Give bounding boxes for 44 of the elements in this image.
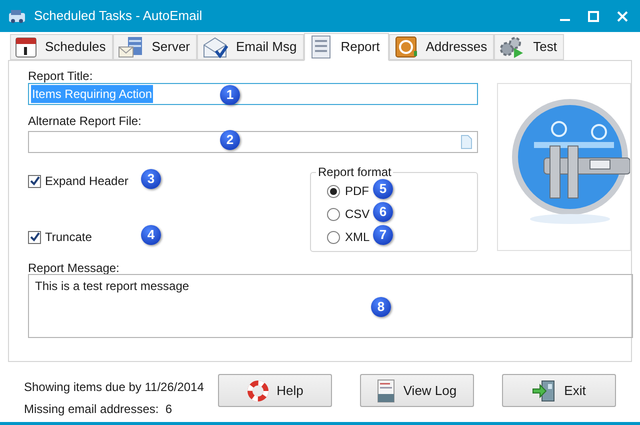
- radio-button[interactable]: [327, 230, 340, 244]
- app-icon: [8, 8, 26, 24]
- status-text: Showing items due by 11/26/2014: [24, 379, 205, 396]
- status-text: Missing email addresses: 6: [24, 401, 174, 418]
- tab[interactable]: Addresses: [388, 34, 494, 60]
- radio-label: PDF: [345, 183, 369, 200]
- field-label: Alternate Report File:: [28, 113, 142, 130]
- gears-play-icon: [499, 36, 526, 58]
- calendar-icon: [15, 36, 37, 58]
- tab[interactable]: Server: [112, 34, 198, 60]
- checkbox-label: Expand Header: [45, 173, 128, 190]
- callout-badge: 3: [141, 169, 161, 189]
- callout-badge: 8: [371, 297, 391, 317]
- close-icon[interactable]: [617, 10, 628, 22]
- callout-badge: 4: [141, 225, 161, 245]
- field-label: Report Title:: [28, 68, 93, 85]
- help-button[interactable]: Help: [218, 374, 332, 407]
- server-icon: [118, 36, 144, 58]
- tab[interactable]: Schedules: [10, 34, 113, 60]
- window-title: Scheduled Tasks - AutoEmail: [34, 7, 202, 26]
- tab[interactable]: Test: [494, 34, 564, 60]
- tab[interactable]: Report: [304, 33, 389, 61]
- document-icon: [310, 35, 331, 59]
- radio-button[interactable]: [327, 208, 340, 220]
- lifebuoy-icon: [246, 380, 269, 402]
- radio-button[interactable]: [327, 184, 340, 198]
- checkbox[interactable]: [28, 230, 41, 244]
- radio-label: CSV: [345, 206, 370, 223]
- log-document-icon: [377, 378, 396, 402]
- radio-label: XML: [345, 229, 370, 246]
- log-button[interactable]: View Log: [360, 374, 474, 407]
- maximize-icon[interactable]: [588, 10, 599, 22]
- envelope-check-icon: [202, 36, 228, 58]
- address-book-icon: [394, 36, 418, 58]
- checkbox-label: Truncate: [45, 229, 92, 246]
- checkbox[interactable]: [28, 174, 41, 188]
- field-label: Report Message:: [28, 260, 120, 277]
- input-field[interactable]: [28, 131, 478, 153]
- callout-badge: 7: [373, 225, 393, 245]
- tab[interactable]: Email Msg: [197, 34, 304, 60]
- exit-button[interactable]: Exit: [502, 374, 616, 407]
- callout-badge: 5: [373, 179, 393, 199]
- exit-door-icon: [532, 380, 556, 402]
- callout-badge: 6: [373, 202, 393, 222]
